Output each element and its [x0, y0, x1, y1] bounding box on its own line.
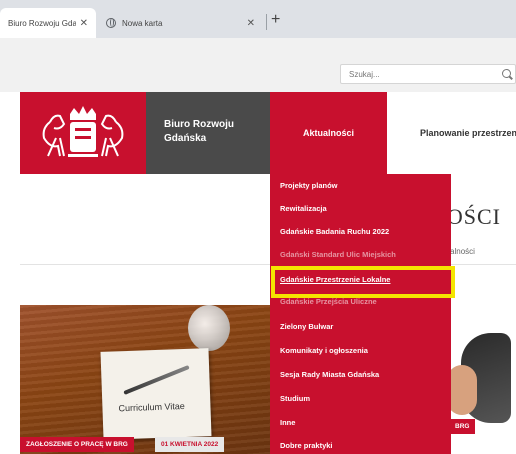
gdansk-coat-of-arms-icon: [42, 106, 124, 157]
glass-image: [188, 305, 230, 351]
dropdown-item-standard-ulic[interactable]: Gdański Standard Ulic Miejskich: [280, 245, 445, 265]
browser-tab-active[interactable]: Biuro Rozwoju Gda ✕: [0, 8, 96, 38]
dropdown-item-sesja-rady[interactable]: Sesja Rady Miasta Gdańska: [280, 365, 445, 385]
dropdown-item-komunikaty[interactable]: Komunikaty i ogłoszenia: [280, 341, 445, 361]
search-input[interactable]: [349, 70, 489, 79]
close-icon[interactable]: ✕: [80, 18, 88, 29]
browser-tabstrip: Biuro Rozwoju Gda ✕ Nowa karta ✕ +: [0, 0, 516, 38]
browser-tab-new[interactable]: Nowa karta ✕: [98, 8, 263, 38]
nav-item-planning[interactable]: Planowanie przestrzenne: [387, 92, 516, 174]
tab-title: Biuro Rozwoju Gda: [8, 18, 76, 28]
dropdown-item-badania-ruchu[interactable]: Gdańskie Badania Ruchu 2022: [280, 222, 445, 242]
dropdown-item-rewitalizacja[interactable]: Rewitalizacja: [280, 199, 445, 219]
pen-image: [123, 365, 190, 395]
dropdown-item-zielony-bulwar[interactable]: Zielony Bulwar: [280, 317, 445, 337]
close-icon[interactable]: ✕: [247, 18, 255, 29]
site-search[interactable]: [340, 64, 516, 84]
brand-name-line1: Biuro Rozwoju: [164, 119, 234, 130]
site-brand[interactable]: Biuro Rozwoju Gdańska: [146, 92, 270, 174]
site-logo[interactable]: [20, 92, 146, 174]
news-card-date: 01 KWIETNIA 2022: [155, 437, 225, 452]
dropdown-item-inne[interactable]: Inne: [280, 413, 445, 433]
dropdown-item-projekty-planow[interactable]: Projekty planów: [280, 176, 445, 196]
highlight-box: [271, 266, 455, 298]
hand-image: [447, 365, 477, 415]
cv-paper-image: Curriculum Vitae: [100, 348, 212, 440]
globe-icon: [106, 18, 116, 28]
tab-title: Nowa karta: [122, 18, 163, 28]
dropdown-item-studium[interactable]: Studium: [280, 389, 445, 409]
search-icon[interactable]: [502, 69, 511, 78]
news-dropdown-menu: Projekty planów Rewitalizacja Gdańskie B…: [270, 174, 451, 454]
news-card-image[interactable]: Curriculum Vitae: [20, 305, 278, 454]
new-tab-button[interactable]: +: [271, 10, 280, 30]
news-card-category[interactable]: ZAGŁOSZENIE O PRACĘ W BRG: [20, 437, 134, 452]
dropdown-item-dobre-praktyki[interactable]: Dobre praktyki: [280, 436, 445, 454]
cv-text: Curriculum Vitae: [118, 401, 185, 414]
nav-item-news[interactable]: Aktualności: [270, 92, 387, 174]
news-card-category-2[interactable]: BRG: [449, 419, 476, 434]
tab-separator: [266, 14, 267, 30]
brand-name-line2: Gdańska: [164, 133, 207, 144]
